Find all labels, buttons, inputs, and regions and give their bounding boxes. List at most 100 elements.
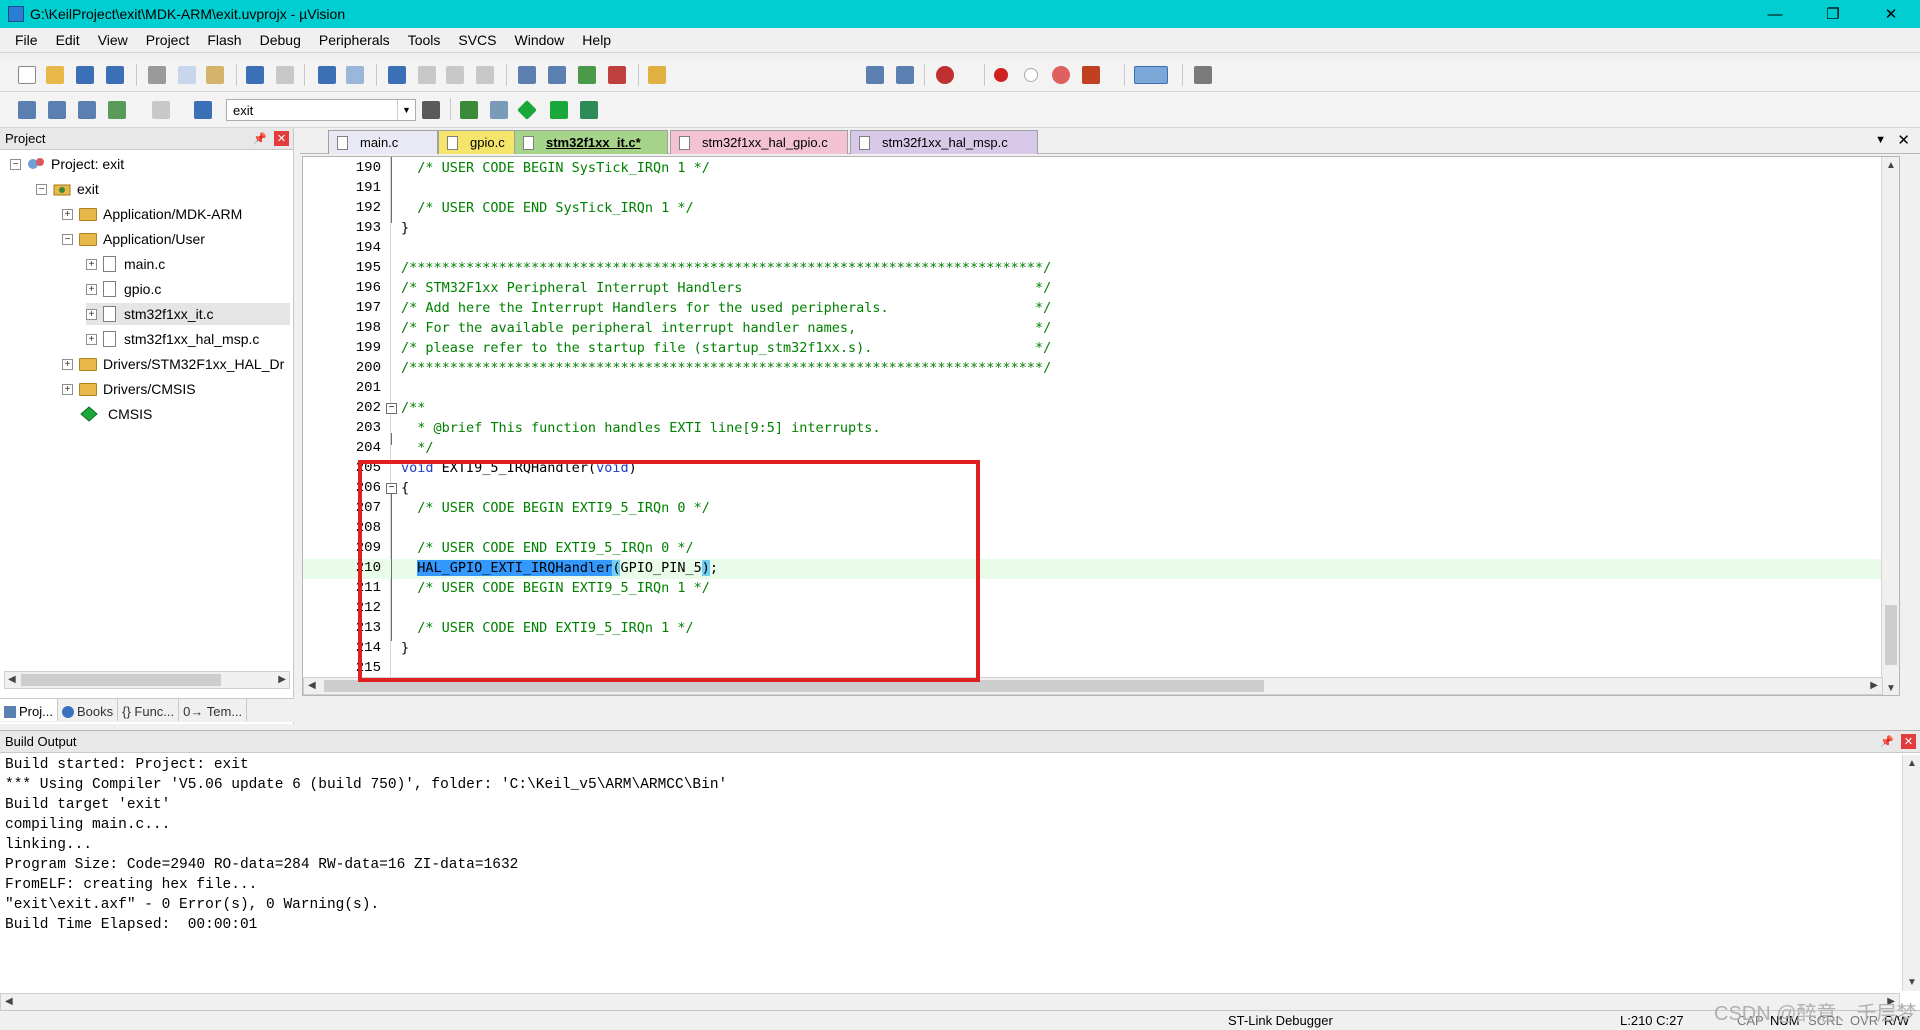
window-layout-icon[interactable]	[1134, 66, 1168, 84]
build-icon[interactable]	[48, 101, 66, 119]
menu-tools[interactable]: Tools	[399, 32, 450, 48]
unindent-icon[interactable]	[548, 66, 566, 84]
disable-breakpoint-icon[interactable]	[1024, 68, 1038, 82]
manage-rte-icon[interactable]	[517, 100, 537, 120]
stm32cubemx-icon[interactable]	[580, 101, 598, 119]
collapse-icon[interactable]: −	[10, 158, 21, 170]
expand-icon[interactable]: +	[86, 308, 97, 320]
tree-item-group-mdk[interactable]: + Application/MDK-ARM	[62, 203, 242, 225]
paste-icon[interactable]	[206, 66, 224, 84]
menu-debug[interactable]: Debug	[251, 32, 310, 48]
prev-bookmark-icon[interactable]	[418, 66, 436, 84]
target-select[interactable]: exit ▼	[226, 99, 416, 121]
tab-books[interactable]: Books	[58, 699, 119, 721]
expand-icon[interactable]: +	[62, 358, 73, 370]
output-vertical-scrollbar[interactable]: ▲ ▼	[1902, 755, 1920, 991]
batch-build-icon[interactable]	[108, 101, 126, 119]
restore-button[interactable]: ❐	[1804, 0, 1862, 28]
project-horizontal-scrollbar[interactable]: ◀ ▶	[4, 671, 290, 689]
tree-item-group-drivers[interactable]: + Drivers/STM32F1xx_HAL_Dr	[62, 353, 284, 375]
stop-build-icon[interactable]	[152, 101, 170, 119]
tree-item-cmsis[interactable]: CMSIS	[80, 403, 152, 425]
new-file-icon[interactable]	[18, 66, 36, 84]
tree-item-main-c[interactable]: + main.c	[86, 253, 165, 275]
menu-flash[interactable]: Flash	[198, 32, 250, 48]
tab-templates[interactable]: 0→ Tem...	[179, 699, 248, 721]
menu-edit[interactable]: Edit	[47, 32, 89, 48]
expand-icon[interactable]: +	[86, 258, 97, 270]
tab-hal-gpio-c[interactable]: stm32f1xx_hal_gpio.c	[670, 130, 848, 154]
debug-session-icon[interactable]	[936, 66, 954, 84]
menu-window[interactable]: Window	[506, 32, 574, 48]
select-packs-icon[interactable]	[490, 101, 508, 119]
next-bookmark-icon[interactable]	[446, 66, 464, 84]
close-tab-icon[interactable]: ✕	[1897, 131, 1910, 149]
save-icon[interactable]	[76, 66, 94, 84]
editor-vertical-scrollbar[interactable]: ▲ ▼	[1881, 157, 1899, 695]
close-icon[interactable]: ✕	[274, 131, 289, 146]
tree-label-group-cmsis: Drivers/CMSIS	[103, 381, 196, 397]
incremental-find-icon[interactable]	[866, 66, 884, 84]
cut-icon[interactable]	[148, 66, 166, 84]
tab-functions-label: {} Func...	[122, 704, 175, 719]
tree-item-project[interactable]: − Project: exit	[10, 153, 124, 175]
close-icon[interactable]: ✕	[1901, 734, 1916, 749]
load-download-icon[interactable]	[194, 101, 212, 119]
tree-item-it-c[interactable]: + stm32f1xx_it.c	[86, 303, 290, 325]
fold-toggle-icon[interactable]: −	[386, 403, 397, 414]
open-file-icon[interactable]	[46, 66, 64, 84]
manage-project-items-icon[interactable]	[460, 101, 478, 119]
tab-functions[interactable]: {} Func...	[118, 699, 180, 721]
navigate-back-icon[interactable]	[318, 66, 336, 84]
expand-icon[interactable]: +	[86, 333, 97, 345]
pin-icon[interactable]: 📌	[253, 132, 267, 145]
code-line: 196 /* STM32F1xx Peripheral Interrupt Han…	[303, 279, 1899, 299]
copy-icon[interactable]	[178, 66, 196, 84]
undo-icon[interactable]	[246, 66, 264, 84]
save-all-icon[interactable]	[106, 66, 124, 84]
disable-all-breakpoints-icon[interactable]	[1082, 66, 1100, 84]
line-source: /* please refer to the startup file (sta…	[401, 340, 1052, 356]
translate-icon[interactable]	[18, 101, 36, 119]
minimize-button[interactable]: —	[1746, 0, 1804, 28]
redo-icon[interactable]	[276, 66, 294, 84]
configure-tools-icon[interactable]	[1194, 66, 1212, 84]
target-options-icon[interactable]	[422, 101, 440, 119]
expand-icon[interactable]: +	[62, 208, 73, 220]
collapse-icon[interactable]: −	[62, 233, 73, 245]
find-in-files-icon[interactable]	[648, 66, 666, 84]
tree-item-group-cmsis[interactable]: + Drivers/CMSIS	[62, 378, 196, 400]
tab-main-c[interactable]: main.c	[328, 130, 438, 154]
expand-icon[interactable]: +	[86, 283, 97, 295]
output-horizontal-scrollbar[interactable]: ◀ ▶	[0, 993, 1900, 1011]
rebuild-icon[interactable]	[78, 101, 96, 119]
comment-icon[interactable]	[578, 66, 596, 84]
indent-icon[interactable]	[518, 66, 536, 84]
menu-project[interactable]: Project	[137, 32, 199, 48]
breakpoint-icon[interactable]	[994, 68, 1008, 82]
tree-item-target[interactable]: − exit	[36, 178, 99, 200]
uncomment-icon[interactable]	[608, 66, 626, 84]
kill-breakpoints-icon[interactable]	[1052, 66, 1070, 84]
tab-list-dropdown-icon[interactable]: ▼	[1875, 134, 1886, 146]
menu-peripherals[interactable]: Peripherals	[310, 32, 399, 48]
menu-view[interactable]: View	[89, 32, 137, 48]
pin-icon[interactable]: 📌	[1880, 735, 1894, 748]
pack-installer-icon[interactable]	[550, 101, 568, 119]
tree-item-msp-c[interactable]: + stm32f1xx_hal_msp.c	[86, 328, 259, 350]
navigate-forward-icon[interactable]	[346, 66, 364, 84]
menu-svcs[interactable]: SVCS	[449, 32, 505, 48]
menu-help[interactable]: Help	[573, 32, 620, 48]
tab-it-c[interactable]: stm32f1xx_it.c*	[514, 130, 668, 154]
close-button[interactable]: ✕	[1862, 0, 1920, 28]
tree-item-group-user[interactable]: − Application/User	[62, 228, 205, 250]
clear-bookmarks-icon[interactable]	[476, 66, 494, 84]
expand-icon[interactable]: +	[62, 383, 73, 395]
tree-item-gpio-c[interactable]: + gpio.c	[86, 278, 161, 300]
tab-hal-msp-c[interactable]: stm32f1xx_hal_msp.c	[850, 130, 1038, 154]
bookmark-icon[interactable]	[388, 66, 406, 84]
menu-file[interactable]: File	[6, 32, 47, 48]
collapse-icon[interactable]: −	[36, 183, 47, 195]
tab-project[interactable]: Proj...	[0, 699, 58, 721]
replace-icon[interactable]	[896, 66, 914, 84]
